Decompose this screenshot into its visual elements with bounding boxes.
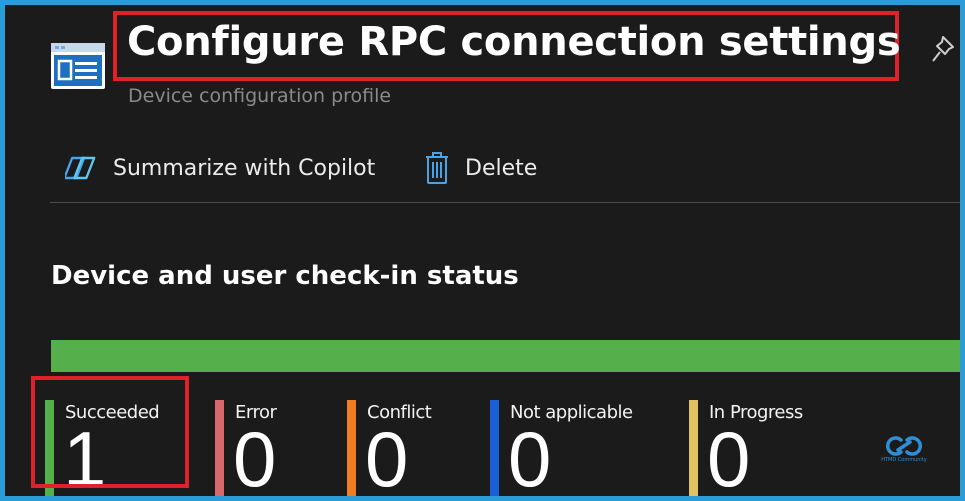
error-count: 0 <box>233 415 277 496</box>
copilot-button-label: Summarize with Copilot <box>113 155 376 181</box>
watermark-text: HTMD Community <box>881 457 927 463</box>
in-progress-color-stripe <box>689 400 698 496</box>
error-color-stripe <box>215 400 224 496</box>
delete-button[interactable]: Delete <box>423 150 537 186</box>
succeeded-bar-fill <box>51 340 960 372</box>
page-subtitle: Device configuration profile <box>128 85 392 107</box>
checkin-section-title: Device and user check-in status <box>51 261 519 291</box>
pin-icon[interactable] <box>931 33 959 65</box>
in-progress-count: 0 <box>707 415 751 496</box>
not-applicable-color-stripe <box>490 400 499 496</box>
app-window: Configure RPC connection settings Device… <box>5 5 960 496</box>
toolbar-divider <box>50 202 960 203</box>
not-applicable-count: 0 <box>508 415 552 496</box>
summarize-copilot-button[interactable]: Summarize with Copilot <box>65 150 375 186</box>
copilot-icon <box>65 156 96 180</box>
succeeded-highlight-box <box>31 376 189 488</box>
conflict-color-stripe <box>347 400 356 496</box>
conflict-count: 0 <box>365 415 409 496</box>
delete-button-label: Delete <box>465 155 538 181</box>
profile-icon <box>51 43 105 89</box>
page-title: Configure RPC connection settings <box>127 19 901 65</box>
checkin-status-bar <box>51 340 960 372</box>
trash-icon <box>426 152 448 184</box>
